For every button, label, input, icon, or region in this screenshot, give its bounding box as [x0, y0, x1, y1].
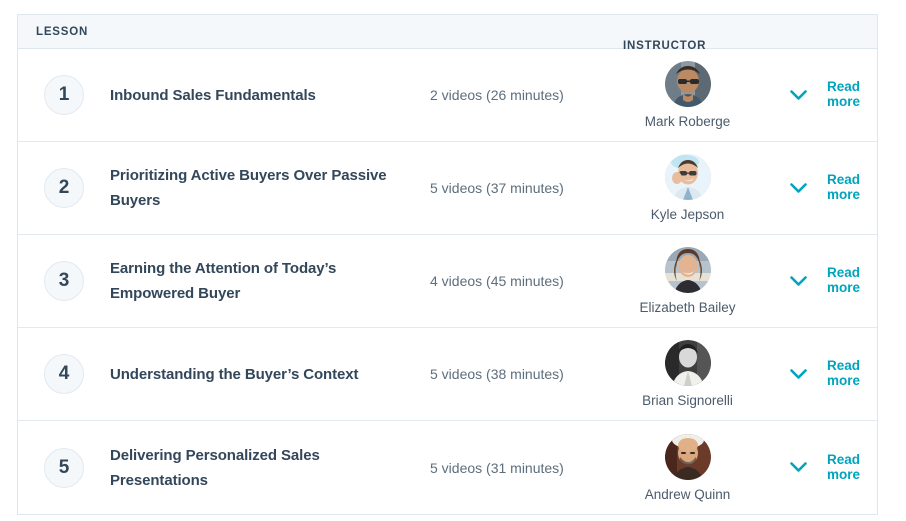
read-more-cell: Read more [821, 79, 877, 111]
table-row[interactable]: 4 Understanding the Buyer’s Context 5 vi… [18, 328, 877, 421]
lesson-number-cell: 2 [18, 168, 110, 208]
lesson-video-count: 5 videos (38 minutes) [430, 366, 564, 382]
table-row[interactable]: 1 Inbound Sales Fundamentals 2 videos (2… [18, 49, 877, 142]
expand-toggle[interactable] [775, 182, 821, 194]
instructor-name: Mark Roberge [644, 114, 731, 129]
instructor-name: Brian Signorelli [642, 393, 733, 408]
read-more-cell: Read more [821, 358, 877, 390]
read-more-cell: Read more [821, 265, 877, 297]
lesson-title: Understanding the Buyer’s Context [110, 365, 359, 383]
lesson-title-cell: Earning the Attention of Today’s Empower… [110, 256, 410, 306]
read-more-link[interactable]: Read more [827, 452, 875, 482]
instructor-cell: Mark Roberge [600, 61, 775, 129]
avatar [664, 340, 711, 386]
read-more-link[interactable]: Read more [827, 79, 875, 109]
avatar [664, 433, 711, 480]
avatar [664, 61, 711, 107]
read-more-cell: Read more [821, 172, 877, 204]
chevron-down-icon[interactable] [789, 275, 807, 287]
lesson-video-count: 4 videos (45 minutes) [430, 273, 564, 289]
table-row[interactable]: 2 Prioritizing Active Buyers Over Passiv… [18, 142, 877, 235]
lesson-number-badge: 2 [44, 168, 84, 208]
chevron-down-icon[interactable] [789, 368, 807, 380]
avatar [664, 247, 711, 293]
lesson-number-badge: 4 [44, 354, 84, 394]
instructor-cell: Andrew Quinn [600, 433, 775, 502]
lesson-number-cell: 4 [18, 354, 110, 394]
lesson-title-cell: Prioritizing Active Buyers Over Passive … [110, 163, 410, 213]
instructor-name: Andrew Quinn [644, 486, 731, 502]
avatar [664, 154, 711, 200]
lesson-title-cell: Delivering Personalized Sales Presentati… [110, 443, 410, 493]
chevron-down-icon[interactable] [789, 462, 807, 473]
lesson-number-badge: 5 [44, 447, 84, 488]
read-more-cell: Read more [821, 452, 877, 484]
lesson-title: Delivering Personalized Sales Presentati… [110, 446, 320, 489]
read-more-link[interactable]: Read more [827, 265, 875, 295]
instructor-name: Kyle Jepson [650, 207, 725, 222]
chevron-down-icon[interactable] [789, 89, 807, 101]
lesson-title: Prioritizing Active Buyers Over Passive … [110, 167, 387, 209]
lesson-title-cell: Inbound Sales Fundamentals [110, 83, 410, 108]
expand-toggle[interactable] [775, 89, 821, 101]
lesson-title: Earning the Attention of Today’s Empower… [110, 260, 337, 302]
lesson-title: Inbound Sales Fundamentals [110, 86, 316, 104]
lesson-number-badge: 3 [44, 261, 84, 301]
lesson-number-cell: 1 [18, 75, 110, 115]
instructor-cell: Elizabeth Bailey [600, 247, 775, 315]
table-header-row: LESSON INSTRUCTOR [18, 15, 877, 52]
lesson-video-count: 5 videos (37 minutes) [430, 180, 564, 196]
instructor-cell: Kyle Jepson [600, 154, 775, 222]
lesson-video-count: 2 videos (26 minutes) [430, 87, 564, 103]
lesson-number-badge: 1 [44, 75, 84, 115]
curriculum-page: LESSON INSTRUCTOR 1 Inbound Sales Fundam… [0, 0, 906, 521]
column-header-instructor: INSTRUCTOR [623, 40, 707, 52]
expand-toggle[interactable] [775, 275, 821, 287]
table-row[interactable]: 5 Delivering Personalized Sales Presenta… [18, 421, 877, 514]
expand-toggle[interactable] [775, 368, 821, 380]
course-curriculum-table: LESSON INSTRUCTOR 1 Inbound Sales Fundam… [17, 14, 878, 515]
read-more-link[interactable]: Read more [827, 358, 875, 388]
instructor-name: Elizabeth Bailey [639, 300, 736, 315]
lesson-number-cell: 5 [18, 447, 110, 488]
read-more-link[interactable]: Read more [827, 172, 875, 202]
column-header-lesson: LESSON [36, 25, 89, 38]
lesson-video-count: 5 videos (31 minutes) [430, 459, 564, 476]
chevron-down-icon[interactable] [789, 182, 807, 194]
lesson-title-cell: Understanding the Buyer’s Context [110, 362, 410, 387]
instructor-cell: Brian Signorelli [600, 340, 775, 408]
table-row[interactable]: 3 Earning the Attention of Today’s Empow… [18, 235, 877, 328]
expand-toggle[interactable] [775, 462, 821, 473]
lesson-number-cell: 3 [18, 261, 110, 301]
